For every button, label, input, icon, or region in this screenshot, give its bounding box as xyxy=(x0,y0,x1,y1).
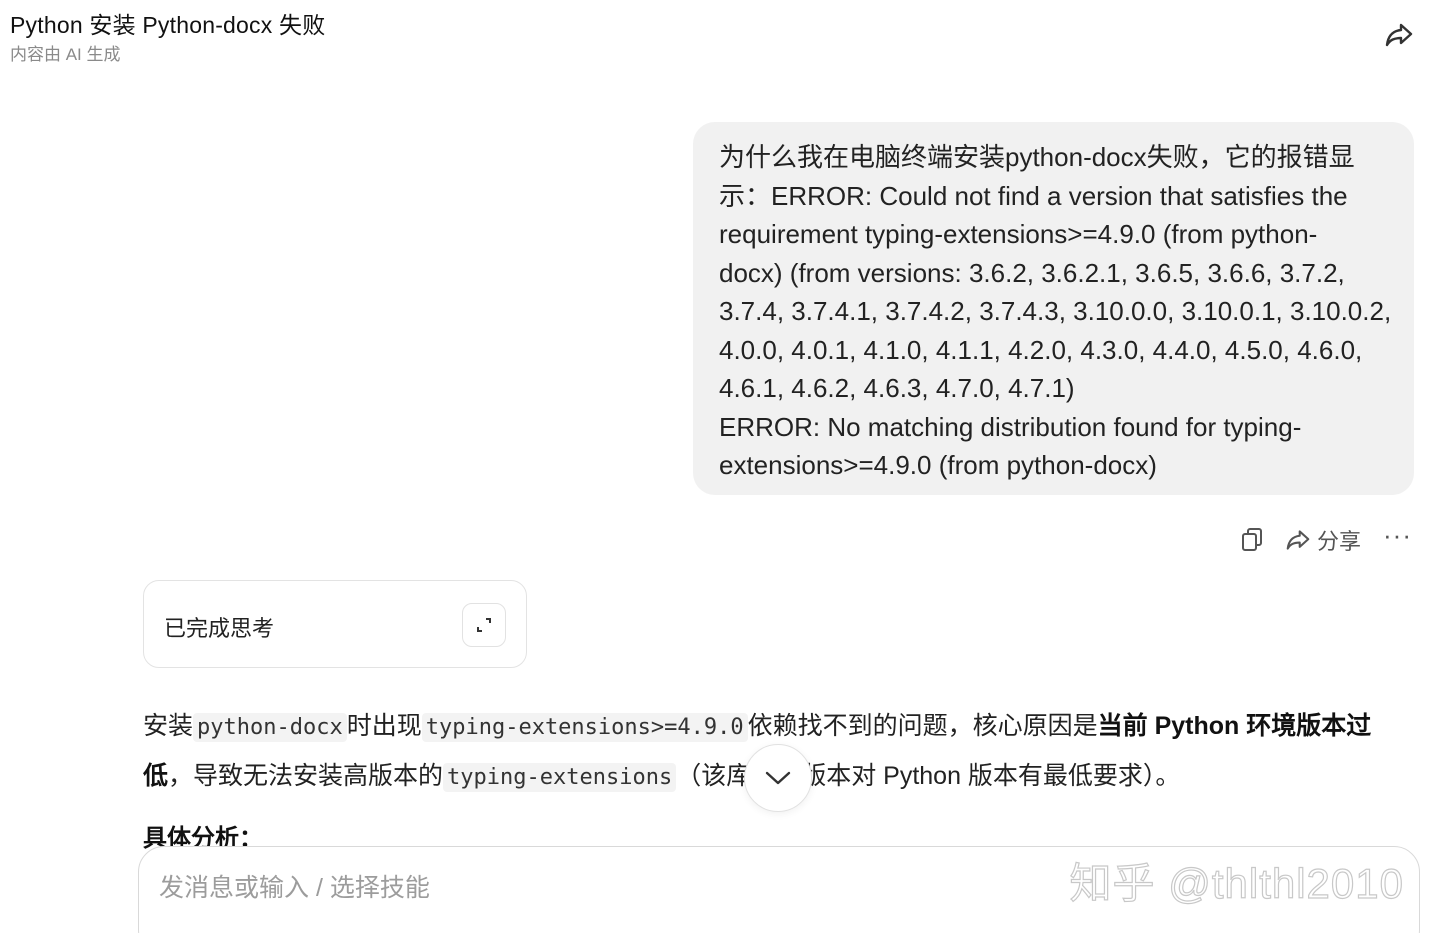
message-input-box[interactable] xyxy=(138,846,1420,933)
share-message-button[interactable]: 分享 xyxy=(1285,524,1361,556)
message-input[interactable] xyxy=(157,867,1021,909)
user-message-line: 示：ERROR: Could not find a version that s… xyxy=(719,180,1348,211)
answer-text: 安装 xyxy=(143,712,194,740)
share-icon xyxy=(1286,530,1310,550)
answer-text: ，导致无法安装高版本的 xyxy=(168,762,444,790)
user-message-line: 4.0.0, 4.0.1, 4.1.0, 4.1.1, 4.2.0, 4.3.0… xyxy=(719,334,1363,365)
answer-text: 依赖找不到的问题，核心原因是 xyxy=(747,712,1098,740)
thinking-status-label: 已完成思考 xyxy=(164,616,275,641)
expand-icon xyxy=(477,618,491,632)
chat-page: Python 安装 Python-docx 失败 内容由 AI 生成 为什么我在… xyxy=(0,0,1440,933)
user-message-line: requirement typing-extensions>=4.9.0 (fr… xyxy=(719,219,1318,249)
user-message-bubble: 为什么我在电脑终端安装python-docx失败，它的报错显 示：ERROR: … xyxy=(693,122,1414,495)
user-message-line: 为什么我在电脑终端安装python-docx失败，它的报错显 xyxy=(719,142,1355,172)
ai-generated-note: 内容由 AI 生成 xyxy=(10,45,121,64)
copy-button[interactable] xyxy=(1241,527,1263,553)
thinking-card[interactable]: 已完成思考 xyxy=(143,580,527,668)
expand-thinking-button[interactable] xyxy=(462,603,506,647)
message-actions: 分享 ··· xyxy=(1241,522,1412,558)
share-button[interactable] xyxy=(1382,18,1416,52)
page-title: Python 安装 Python-docx 失败 xyxy=(10,12,326,38)
scroll-to-bottom-button[interactable] xyxy=(744,744,812,812)
inline-code: python-docx xyxy=(193,713,347,742)
share-icon xyxy=(1385,23,1413,47)
user-message-line: ERROR: No matching distribution found fo… xyxy=(719,411,1302,442)
share-label: 分享 xyxy=(1317,529,1362,554)
inline-code: typing-extensions>=4.9.0 xyxy=(421,713,748,742)
more-options-button[interactable]: ··· xyxy=(1383,522,1412,558)
answer-text: 时出现 xyxy=(346,712,422,740)
user-message-line: docx) (from versions: 3.6.2, 3.6.2.1, 3.… xyxy=(719,257,1345,288)
user-message-line: 4.6.1, 4.6.2, 4.6.3, 4.7.0, 4.7.1) xyxy=(719,373,1075,403)
user-message-line: 3.7.4, 3.7.4.1, 3.7.4.2, 3.7.4.3, 3.10.0… xyxy=(719,296,1392,326)
inline-code: typing-extensions xyxy=(443,763,677,792)
copy-icon xyxy=(1242,528,1262,551)
user-message-line: extensions>=4.9.0 (from python-docx) xyxy=(719,450,1157,480)
chevron-down-icon xyxy=(765,771,791,785)
